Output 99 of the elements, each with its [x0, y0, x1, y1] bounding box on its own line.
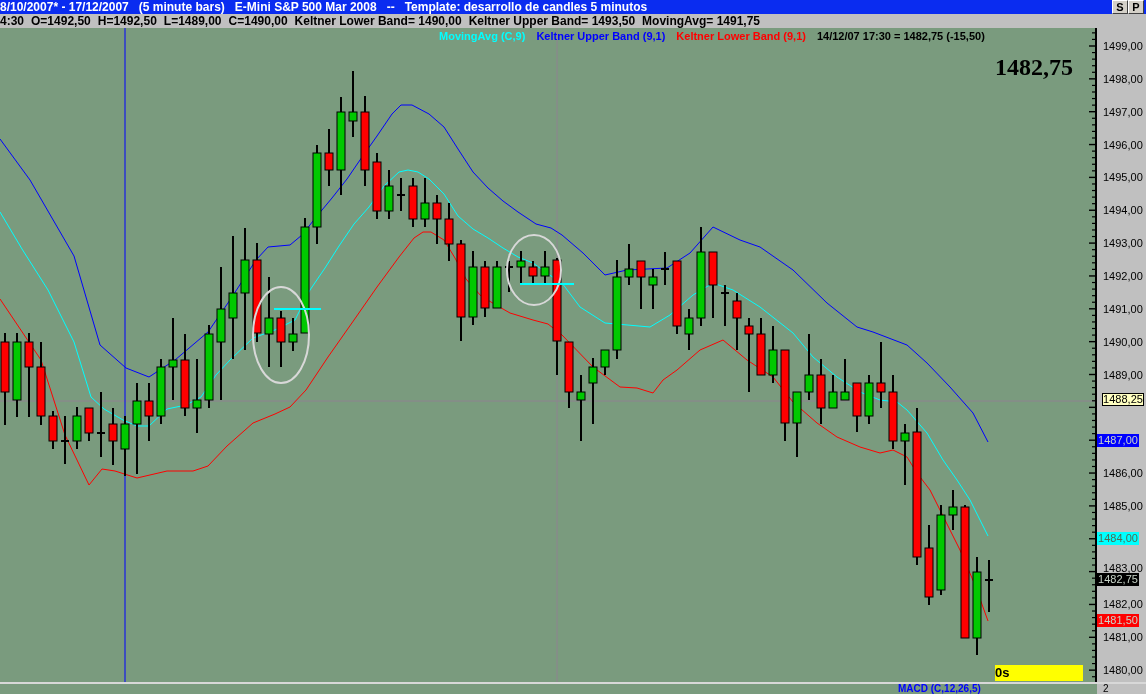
- axis-label: 1493,00: [1103, 238, 1143, 249]
- axis-label: 1491,00: [1103, 303, 1143, 314]
- candlestick: [864, 374, 874, 425]
- candlestick: [540, 250, 550, 284]
- candlestick: [156, 358, 166, 425]
- candlestick: [684, 308, 694, 351]
- candlestick: [288, 317, 298, 352]
- candlestick: [852, 382, 862, 433]
- candlestick: [372, 152, 382, 220]
- candlestick: [276, 310, 286, 368]
- candlestick: [528, 260, 538, 284]
- candlestick: [792, 391, 802, 458]
- axis-label: 2: [1103, 684, 1110, 694]
- candlestick: [756, 317, 766, 376]
- candlestick: [108, 407, 118, 466]
- title-bar-button[interactable]: P: [1128, 0, 1144, 14]
- info-text: O=1492,50: [31, 14, 91, 28]
- candlestick: [516, 250, 526, 284]
- axis-label: 1490,00: [1103, 336, 1143, 347]
- candlestick: [624, 243, 634, 286]
- candlestick: [348, 70, 358, 138]
- candlestick: [840, 358, 850, 401]
- axis-label: 1499,00: [1103, 41, 1143, 51]
- last-price: 1482,75: [995, 54, 1073, 80]
- title-text: 8/10/2007* - 17/12/2007: [0, 0, 129, 14]
- candlestick: [876, 341, 886, 409]
- timer-display: 0s: [995, 665, 1083, 681]
- cursor-readout: 14/12/07 17:30 = 1482,75 (-15,50): [816, 30, 985, 42]
- axis-label: 1481,00: [1103, 632, 1143, 643]
- axis-label: 1495,00: [1103, 172, 1143, 183]
- candlestick: [432, 194, 442, 245]
- candlestick: [768, 325, 778, 384]
- level-line: [519, 283, 575, 285]
- candlestick: [144, 382, 154, 442]
- level-line: [273, 308, 322, 310]
- candlestick: [720, 284, 730, 327]
- info-text: 4:30: [0, 14, 25, 28]
- axis-label: 1480,00: [1103, 665, 1143, 676]
- candlestick: [480, 260, 490, 318]
- legend-label: Keltner Upper Band (9,1): [536, 30, 666, 42]
- axis-label: 1483,00: [1103, 563, 1143, 574]
- title-bar-button[interactable]: S: [1112, 0, 1128, 14]
- candlestick: [384, 169, 394, 220]
- axis-label: 1485,00: [1103, 500, 1143, 511]
- axis-label: 1498,00: [1103, 73, 1143, 84]
- axis-label: 1494,00: [1103, 205, 1143, 216]
- candlestick: [900, 423, 910, 486]
- price-tag: 1488,25: [1102, 392, 1144, 406]
- candlestick: [708, 251, 718, 319]
- legend-label: Keltner Lower Band (9,1): [676, 30, 806, 42]
- title-text: (5 minute bars): [138, 0, 225, 14]
- candlestick: [60, 415, 70, 465]
- candlestick: [828, 374, 838, 409]
- candlestick: [504, 260, 514, 293]
- candlestick: [420, 177, 430, 228]
- axis-label: 1492,00: [1103, 270, 1143, 281]
- info-text: Keltner Upper Band= 1493,50: [468, 14, 636, 28]
- title-text: Template: desarrollo de candles 5 minutos: [404, 0, 648, 14]
- candlestick: [804, 333, 814, 401]
- candlestick: [492, 260, 502, 309]
- info-text: L=1489,00: [163, 14, 222, 28]
- price-tag: 1481,50: [1097, 614, 1139, 628]
- axis-label: 1497,00: [1103, 106, 1143, 117]
- candlestick: [564, 341, 574, 409]
- info-text: H=1492,50: [97, 14, 157, 28]
- price-tag: 1487,00: [1097, 433, 1139, 447]
- candlestick: [396, 177, 406, 212]
- candlestick: [588, 357, 598, 425]
- candlestick: [48, 410, 58, 450]
- price-tag: 1484,00: [1097, 532, 1139, 546]
- indicator-title: MACD (C,12,26,5): [898, 684, 982, 694]
- title-text: --: [386, 0, 395, 14]
- candlestick: [984, 559, 994, 613]
- highlight-ellipse: [506, 234, 562, 306]
- info-text: Keltner Lower Band= 1490,00: [294, 14, 462, 28]
- info-text: MovingAvg= 1491,75: [642, 14, 760, 28]
- axis-label: 1489,00: [1103, 369, 1143, 380]
- axis-label: 1496,00: [1103, 139, 1143, 150]
- candlestick: [324, 128, 334, 187]
- axis-label: 1486,00: [1103, 468, 1143, 479]
- title-text: E-Mini S&P 500 Mar 2008: [234, 0, 377, 14]
- candlestick: [96, 391, 106, 458]
- candlestick: [576, 374, 586, 442]
- axis-label: 1482,00: [1103, 599, 1143, 610]
- candlestick: [648, 268, 658, 310]
- candlestick: [600, 349, 610, 376]
- candlestick: [408, 177, 418, 228]
- legend-label: MovingAvg (C,9): [439, 30, 526, 42]
- candlestick: [636, 260, 646, 310]
- info-text: C=1490,00: [228, 14, 288, 28]
- candlestick: [84, 407, 94, 442]
- candlestick: [732, 292, 742, 351]
- candlestick: [444, 202, 454, 262]
- candlestick: [72, 406, 82, 450]
- candlestick: [816, 358, 826, 425]
- price-tag: 1482,75: [1097, 573, 1139, 587]
- candlestick: [660, 251, 670, 286]
- candlestick: [948, 489, 958, 531]
- candlestick: [120, 415, 130, 477]
